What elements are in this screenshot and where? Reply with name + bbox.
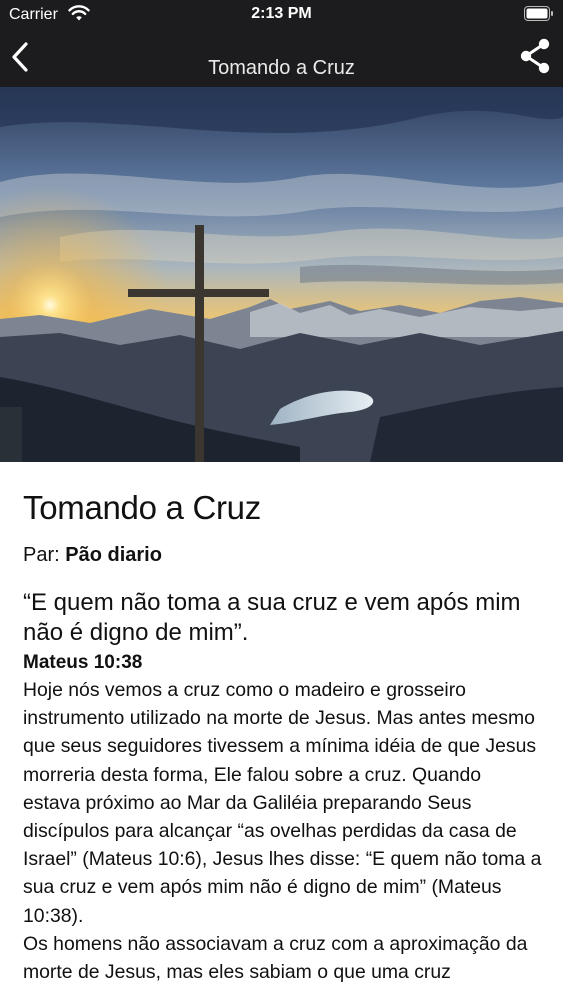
navigation-bar: Tomando a Cruz [0,30,563,87]
status-time: 2:13 PM [251,5,312,22]
body-paragraph: Os homens não associavam a cruz com a ap… [23,932,528,984]
share-button[interactable] [517,36,553,76]
byline-prefix: Par: [23,544,60,566]
author-name: Pão diario [65,544,162,566]
article-content: Tomando a Cruz Par: Pão diario “E quem n… [23,462,543,986]
share-icon [520,38,550,74]
hero-image-cross-sunset [0,87,563,462]
nav-title: Tomando a Cruz [208,57,355,79]
article-body: Hoje nós vemos a cruz como o madeiro e g… [23,676,543,986]
status-bar: Carrier 2:13 PM [0,0,563,30]
body-paragraph: Hoje nós vemos a cruz como o madeiro e g… [23,679,542,927]
byline: Par: Pão diario [23,541,543,569]
battery-icon [524,6,554,21]
article-title: Tomando a Cruz [23,489,261,526]
scripture-reference: Mateus 10:38 [23,652,143,673]
scripture-quote: “E quem não toma a sua cruz e vem após m… [23,589,521,646]
